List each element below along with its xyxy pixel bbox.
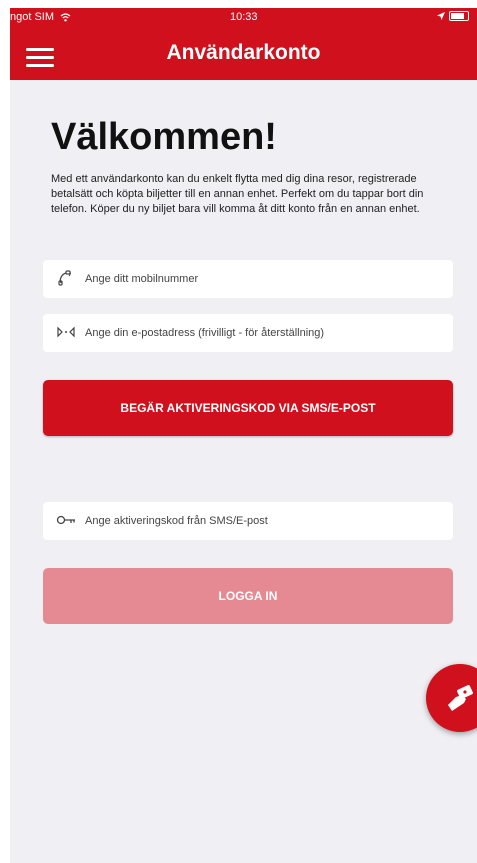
welcome-heading: Välkommen! [51,116,277,158]
email-icon [55,326,77,341]
status-bar: ngot SIM 10:33 [10,8,477,28]
intro-text: Med ett användarkonto kan du enkelt flyt… [51,173,424,215]
phone-input[interactable] [85,273,453,285]
ticket-hand-icon [448,685,473,711]
carrier-label: ngot SIM [10,11,71,23]
activation-code-input[interactable] [85,515,453,527]
phone-icon [55,269,77,289]
battery-icon [449,11,469,21]
status-time: 10:33 [230,11,258,23]
wifi-icon [60,12,71,22]
app-screen: ngot SIM 10:33 Användarkonto Välkommen! … [10,8,477,863]
page-title: Användarkonto [166,41,321,64]
app-header: ngot SIM 10:33 Användarkonto [10,8,477,80]
status-indicators [437,11,469,21]
request-code-button[interactable]: BEGÄR AKTIVERINGSKOD VIA SMS/E-POST [43,380,453,436]
email-input[interactable] [85,327,453,339]
login-button[interactable]: LOGGA IN [43,568,453,624]
ticket-fab-button[interactable] [426,664,477,732]
location-arrow-icon [437,12,445,20]
activation-code-field[interactable] [43,502,453,540]
key-icon [55,514,77,529]
phone-field[interactable] [43,260,453,298]
email-field[interactable] [43,314,453,352]
